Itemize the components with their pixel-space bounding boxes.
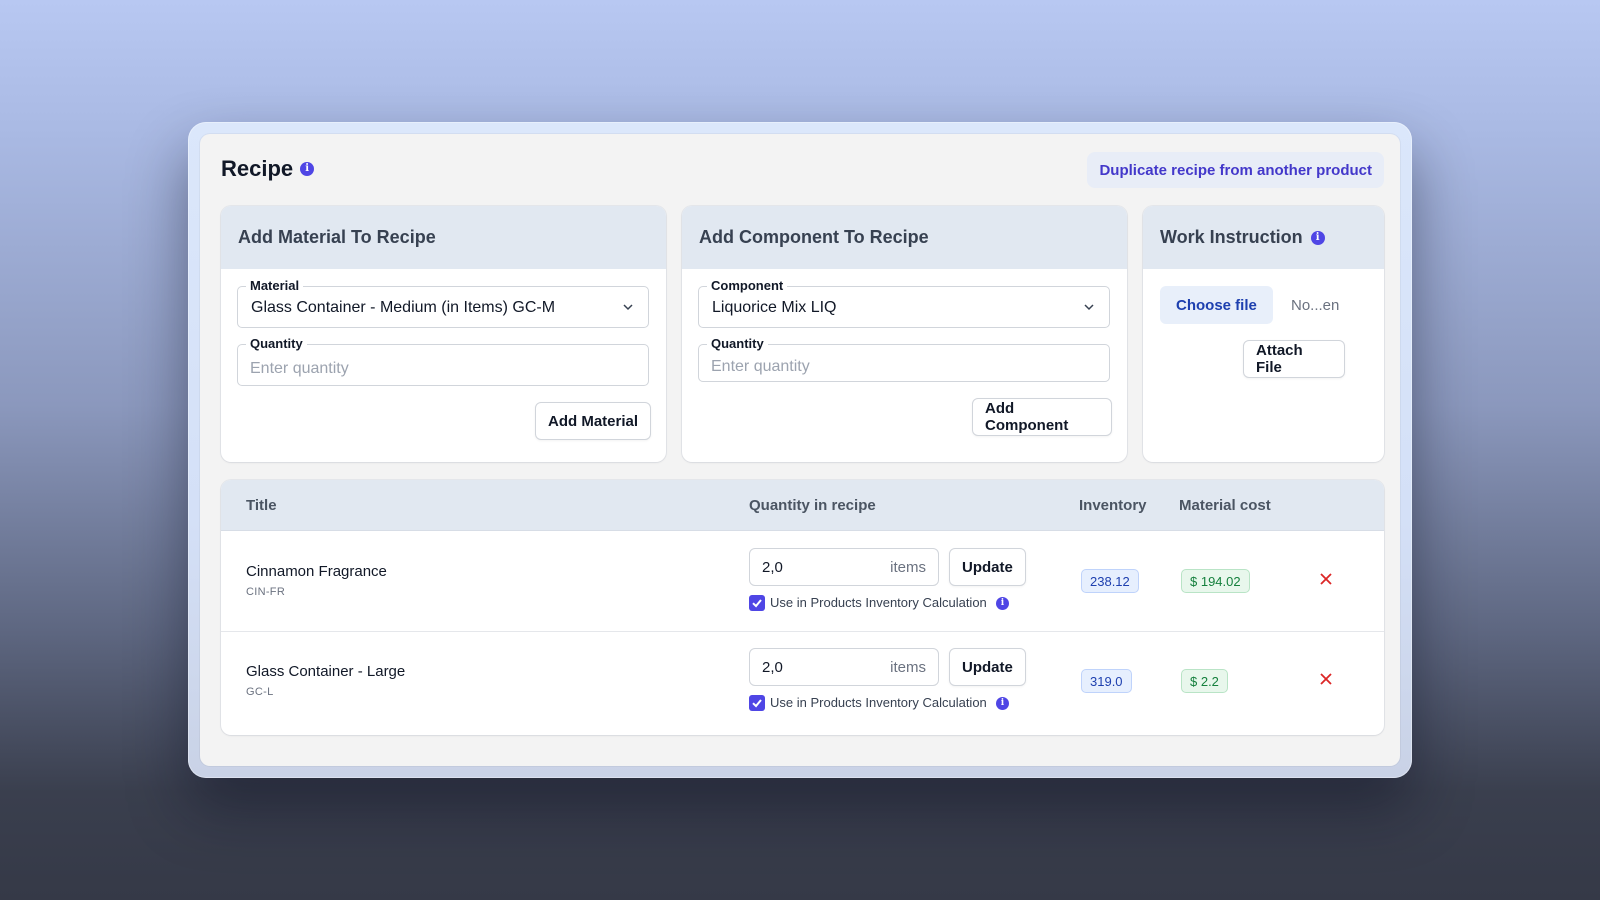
inventory-calc-checkbox[interactable] [749,695,765,711]
quantity-value: 2,0 [762,559,783,576]
inventory-calc-checkbox[interactable] [749,595,765,611]
checkbox-label: Use in Products Inventory Calculation [770,595,987,610]
chevron-down-icon [1084,304,1094,311]
attach-file-button[interactable]: Attach File [1243,340,1345,378]
material-cost-badge: $ 194.02 [1181,569,1250,593]
file-status-text: No...en [1291,297,1340,314]
work-instruction-panel: Work Instruction i Choose file No...en A… [1143,206,1384,462]
panel-title: Work Instruction [1160,227,1303,247]
panel-title: Add Material To Recipe [221,206,666,269]
material-quantity-field[interactable]: Quantity [237,336,649,386]
component-select-value: Liquorice Mix LIQ [712,299,837,316]
inventory-badge: 319.0 [1081,669,1132,693]
add-material-button[interactable]: Add Material [535,402,651,440]
component-select[interactable]: Component Liquorice Mix LIQ [698,278,1110,328]
material-select[interactable]: Material Glass Container - Medium (in It… [237,278,649,328]
material-cost-badge: $ 2.2 [1181,669,1228,693]
chevron-down-icon [623,304,633,311]
column-header-inventory: Inventory [1079,497,1147,514]
add-material-panel: Add Material To Recipe Material Glass Co… [221,206,666,462]
column-header-quantity: Quantity in recipe [749,497,876,514]
column-header-cost: Material cost [1179,497,1271,514]
update-button[interactable]: Update [949,648,1026,686]
checkmark-icon [752,699,762,708]
component-quantity-field[interactable]: Quantity [698,336,1110,382]
table-row: Glass Container - Large GC-L 2,0 items U… [221,631,1384,731]
duplicate-recipe-button[interactable]: Duplicate recipe from another product [1087,152,1384,188]
add-component-button[interactable]: Add Component [972,398,1112,436]
recipe-card: Recipe i Duplicate recipe from another p… [200,134,1400,766]
item-code: GC-L [246,686,274,698]
quantity-input[interactable]: 2,0 items [749,548,939,586]
table-row: Cinnamon Fragrance CIN-FR 2,0 items Upda… [221,531,1384,631]
page-title: Recipe i [221,156,315,182]
component-quantity-input[interactable] [699,345,1109,381]
item-title: Cinnamon Fragrance [246,563,387,580]
checkbox-label: Use in Products Inventory Calculation [770,695,987,710]
quantity-input[interactable]: 2,0 items [749,648,939,686]
add-component-panel: Add Component To Recipe Component Liquor… [682,206,1127,462]
info-icon[interactable]: i [996,697,1009,710]
close-icon[interactable] [1318,671,1334,687]
item-title: Glass Container - Large [246,663,406,680]
update-button[interactable]: Update [949,548,1026,586]
quantity-unit: items [890,559,926,576]
page-title-text: Recipe [221,156,294,181]
recipe-items-table: Title Quantity in recipe Inventory Mater… [221,480,1384,735]
checkmark-icon [752,599,762,608]
material-select-value: Glass Container - Medium (in Items) GC-M [251,299,556,316]
quantity-value: 2,0 [762,659,783,676]
info-icon[interactable]: i [300,162,315,176]
inventory-badge: 238.12 [1081,569,1139,593]
choose-file-button[interactable]: Choose file [1160,286,1273,324]
quantity-unit: items [890,659,926,676]
material-quantity-input[interactable] [238,345,648,385]
panel-title-row: Work Instruction i [1143,206,1384,269]
field-label: Material [246,278,304,293]
info-icon[interactable]: i [996,597,1009,610]
column-header-title: Title [246,497,277,514]
info-icon[interactable]: i [1310,230,1325,245]
item-code: CIN-FR [246,586,286,598]
panel-title: Add Component To Recipe [682,206,1127,269]
close-icon[interactable] [1318,571,1334,587]
table-header: Title Quantity in recipe Inventory Mater… [221,480,1384,531]
field-label: Component [707,278,788,293]
